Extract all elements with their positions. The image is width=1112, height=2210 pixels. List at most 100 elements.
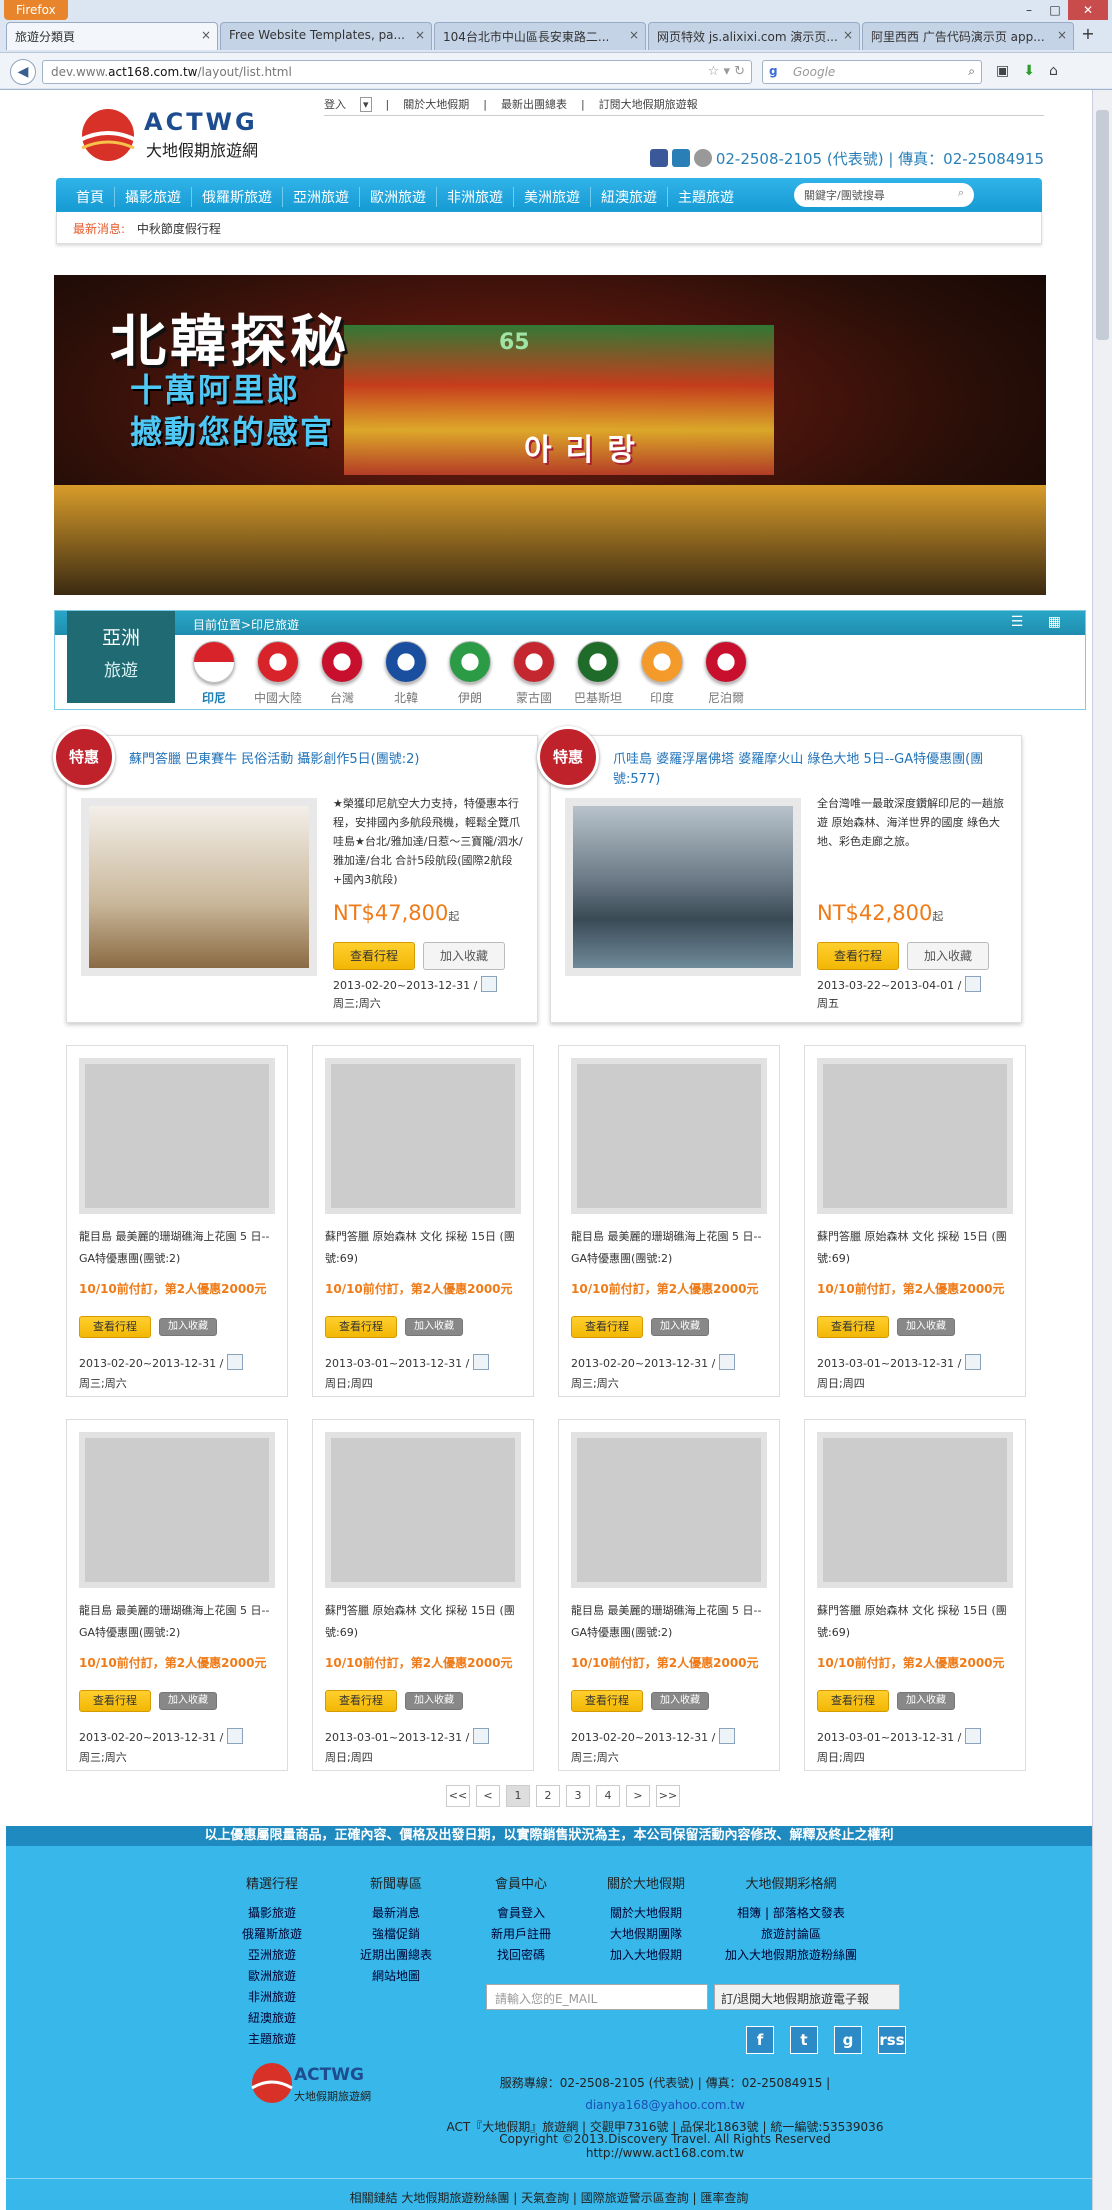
view-itinerary-button[interactable]: 查看行程	[325, 1690, 397, 1712]
top-link[interactable]: 關於大地假期	[403, 98, 469, 111]
footer-link[interactable]: 加入大地假期旅遊粉絲團	[706, 1945, 876, 1966]
region-flag[interactable]: 印度	[633, 641, 691, 706]
download-icon[interactable]: ⬇	[1023, 63, 1035, 79]
calendar-icon[interactable]	[965, 1354, 982, 1370]
page-link[interactable]: >>	[656, 1785, 680, 1807]
new-tab-icon[interactable]: +	[1076, 22, 1100, 48]
featured-title[interactable]: 爪哇島 婆羅浮屠佛塔 婆羅摩火山 綠色大地 5日--GA特優惠團(團號:577)	[613, 750, 1003, 790]
view-itinerary-button[interactable]: 查看行程	[817, 1316, 889, 1338]
calendar-icon[interactable]	[965, 1728, 982, 1744]
tour-image[interactable]	[571, 1432, 767, 1588]
home-icon[interactable]: ⌂	[1049, 63, 1058, 79]
maximize-icon[interactable]: □	[1042, 0, 1068, 20]
page-link[interactable]: >	[626, 1785, 650, 1807]
rss-icon[interactable]: rss	[878, 2026, 906, 2054]
nav-item[interactable]: 歐洲旅遊	[360, 187, 437, 207]
add-favorite-button[interactable]: 加入收藏	[423, 942, 505, 970]
footer-link[interactable]: 加入大地假期	[586, 1945, 706, 1966]
footer-link[interactable]: 攝影旅遊	[212, 1903, 332, 1924]
tour-image[interactable]	[325, 1058, 521, 1214]
nav-item[interactable]: 俄羅斯旅遊	[192, 187, 283, 207]
newsletter-subscribe-button[interactable]: 訂/退閱大地假期旅遊電子報	[714, 1984, 900, 2010]
add-favorite-button[interactable]: 加入收藏	[897, 1692, 955, 1710]
nav-item[interactable]: 非洲旅遊	[437, 187, 514, 207]
bottom-links[interactable]: 相關鏈結 大地假期旅遊粉絲團 | 天氣查詢 | 國際旅遊警示區查詢 | 匯率查詢	[6, 2178, 1092, 2206]
view-itinerary-button[interactable]: 查看行程	[817, 942, 899, 970]
nav-item[interactable]: 首頁	[66, 187, 115, 207]
view-itinerary-button[interactable]: 查看行程	[79, 1690, 151, 1712]
close-tab-icon[interactable]: ×	[201, 28, 211, 42]
nav-item[interactable]: 亞洲旅遊	[283, 187, 360, 207]
chevron-down-icon[interactable]: ▾	[360, 97, 372, 112]
page-link[interactable]: 1	[506, 1785, 530, 1807]
calendar-icon[interactable]	[227, 1354, 244, 1370]
back-arrow-icon[interactable]: ◀	[10, 59, 36, 85]
region-flag[interactable]: 印尼	[185, 641, 243, 706]
add-favorite-button[interactable]: 加入收藏	[651, 1318, 709, 1336]
tour-title[interactable]: 蘇門答臘 原始森林 文化 採秘 15日 (團號:69)	[817, 1226, 1017, 1270]
browser-tab[interactable]: 104台北市中山區長安東路二... ×	[434, 22, 646, 50]
address-bar[interactable]: dev.www.act168.com.tw/layout/list.html ☆…	[42, 60, 752, 84]
featured-title[interactable]: 蘇門答臘 巴東賽牛 民俗活動 攝影創作5日(團號:2)	[129, 750, 519, 770]
region-flag[interactable]: 尼泊爾	[697, 641, 755, 706]
google-plus-icon[interactable]: g	[834, 2026, 862, 2054]
browser-tab[interactable]: 旅遊分類頁 ×	[6, 22, 218, 50]
tour-title[interactable]: 蘇門答臘 原始森林 文化 採秘 15日 (團號:69)	[325, 1226, 525, 1270]
scrollbar-thumb[interactable]	[1096, 110, 1109, 340]
region-flag[interactable]: 伊朗	[441, 641, 499, 706]
newsletter-email-input[interactable]: 請輸入您的E_MAIL	[486, 1984, 708, 2010]
bookmark-star-icon[interactable]: ☆ ▾ ↻	[708, 64, 745, 79]
promo-banner[interactable]: 65 아리랑 北韓探秘 十萬阿里郎 撼動您的感官	[54, 275, 1046, 595]
footer-link[interactable]: 近期出團總表	[336, 1945, 456, 1966]
add-favorite-button[interactable]: 加入收藏	[907, 942, 989, 970]
close-tab-icon[interactable]: ×	[843, 28, 853, 42]
facebook-icon[interactable]	[649, 149, 668, 167]
footer-link[interactable]: 新用戶註冊	[466, 1924, 576, 1945]
add-favorite-button[interactable]: 加入收藏	[159, 1318, 217, 1336]
screenshot-icon[interactable]: ▣	[996, 63, 1009, 79]
add-favorite-button[interactable]: 加入收藏	[897, 1318, 955, 1336]
tour-image[interactable]	[817, 1058, 1013, 1214]
search-icon[interactable]: ⌕	[968, 64, 975, 79]
nav-item[interactable]: 紐澳旅遊	[591, 187, 668, 207]
view-itinerary-button[interactable]: 查看行程	[79, 1316, 151, 1338]
region-flag[interactable]: 蒙古國	[505, 641, 563, 706]
actwg-logo[interactable]: ACTWG 大地假期旅遊網	[72, 100, 292, 170]
tour-image[interactable]	[79, 1058, 275, 1214]
region-flag[interactable]: 台灣	[313, 641, 371, 706]
news-text[interactable]: 中秋節度假行程	[137, 222, 221, 236]
footer-link[interactable]: 旅遊討論區	[706, 1924, 876, 1945]
add-favorite-button[interactable]: 加入收藏	[159, 1692, 217, 1710]
footer-link[interactable]: 非洲旅遊	[212, 1987, 332, 2008]
footer-link[interactable]: 亞洲旅遊	[212, 1945, 332, 1966]
footer-link[interactable]: 主題旅遊	[212, 2029, 332, 2050]
page-link[interactable]: 3	[566, 1785, 590, 1807]
view-itinerary-button[interactable]: 查看行程	[571, 1690, 643, 1712]
nav-item[interactable]: 主題旅遊	[668, 187, 744, 207]
region-flag[interactable]: 巴基斯坦	[569, 641, 627, 706]
footer-link[interactable]: 最新消息	[336, 1903, 456, 1924]
top-link[interactable]: 訂閱大地假期旅遊報	[599, 98, 698, 111]
browser-tab[interactable]: 网页特效 js.alixixi.com 演示页... ×	[648, 22, 860, 50]
calendar-icon[interactable]	[473, 1728, 490, 1744]
top-link[interactable]: 登入	[324, 98, 346, 111]
page-link[interactable]: <	[476, 1785, 500, 1807]
view-itinerary-button[interactable]: 查看行程	[571, 1316, 643, 1338]
close-tab-icon[interactable]: ×	[1057, 28, 1067, 42]
add-favorite-button[interactable]: 加入收藏	[651, 1692, 709, 1710]
calendar-icon[interactable]	[481, 976, 498, 992]
featured-image[interactable]	[565, 798, 801, 976]
footer-link[interactable]: 強檔促銷	[336, 1924, 456, 1945]
calendar-icon[interactable]	[965, 976, 982, 992]
tour-title[interactable]: 龍目島 最美麗的珊瑚礁海上花園 5 日--GA特優惠團(團號:2)	[79, 1600, 279, 1644]
twitter-icon[interactable]: t	[790, 2026, 818, 2054]
close-tab-icon[interactable]: ×	[415, 28, 425, 42]
calendar-icon[interactable]	[227, 1728, 244, 1744]
mail-icon[interactable]	[671, 149, 690, 167]
footer-link[interactable]: 紐澳旅遊	[212, 2008, 332, 2029]
search-icon[interactable]: ⌕	[958, 186, 964, 200]
footer-link[interactable]: 相簿 | 部落格文發表	[706, 1903, 876, 1924]
calendar-icon[interactable]	[719, 1728, 736, 1744]
footer-link[interactable]: 大地假期團隊	[586, 1924, 706, 1945]
tour-image[interactable]	[325, 1432, 521, 1588]
